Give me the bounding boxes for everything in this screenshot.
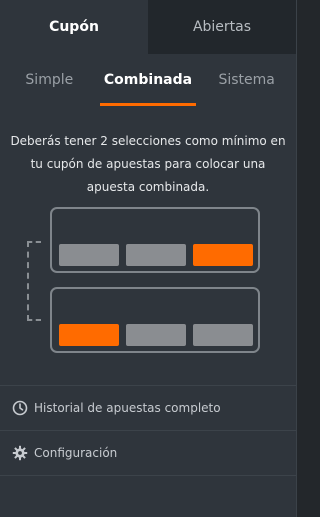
- tab-sistema[interactable]: Sistema: [197, 54, 296, 106]
- selection-placeholder: [126, 324, 186, 346]
- top-tabs: Cupón Abiertas: [0, 0, 296, 54]
- illustration-slip-top: [50, 207, 260, 273]
- selection-placeholder: [126, 244, 186, 266]
- history-icon: [12, 400, 28, 416]
- tab-simple[interactable]: Simple: [0, 54, 99, 106]
- tab-abiertas[interactable]: Abiertas: [148, 0, 296, 54]
- selection-highlighted: [193, 244, 253, 266]
- settings-label: Configuración: [34, 446, 118, 460]
- bracket-connector: [27, 241, 41, 321]
- selection-placeholder: [59, 244, 119, 266]
- tab-abiertas-label: Abiertas: [192, 19, 252, 35]
- selection-highlighted: [59, 324, 119, 346]
- illustration-slip-bottom: [50, 287, 260, 353]
- tab-combinada-label: Combinada: [103, 72, 193, 88]
- settings-link[interactable]: Configuración: [0, 430, 296, 476]
- tab-sistema-label: Sistema: [218, 72, 275, 88]
- info-message: Deberás tener 2 selecciones como mínimo …: [10, 134, 286, 194]
- tab-simple-label: Simple: [25, 72, 74, 88]
- bet-type-tabs: Simple Combinada Sistema: [0, 54, 296, 106]
- betslip-panel: Cupón Abiertas Simple Combinada Sistema …: [0, 0, 297, 517]
- selection-placeholder: [193, 324, 253, 346]
- combination-illustration: [0, 205, 296, 357]
- tab-combinada[interactable]: Combinada: [99, 54, 198, 106]
- tab-cupon[interactable]: Cupón: [0, 0, 148, 54]
- gear-icon: [12, 445, 28, 461]
- history-label: Historial de apuestas completo: [34, 401, 221, 415]
- tab-cupon-label: Cupón: [49, 19, 99, 35]
- footer-links: Historial de apuestas completo Configura…: [0, 385, 296, 476]
- history-link[interactable]: Historial de apuestas completo: [0, 385, 296, 430]
